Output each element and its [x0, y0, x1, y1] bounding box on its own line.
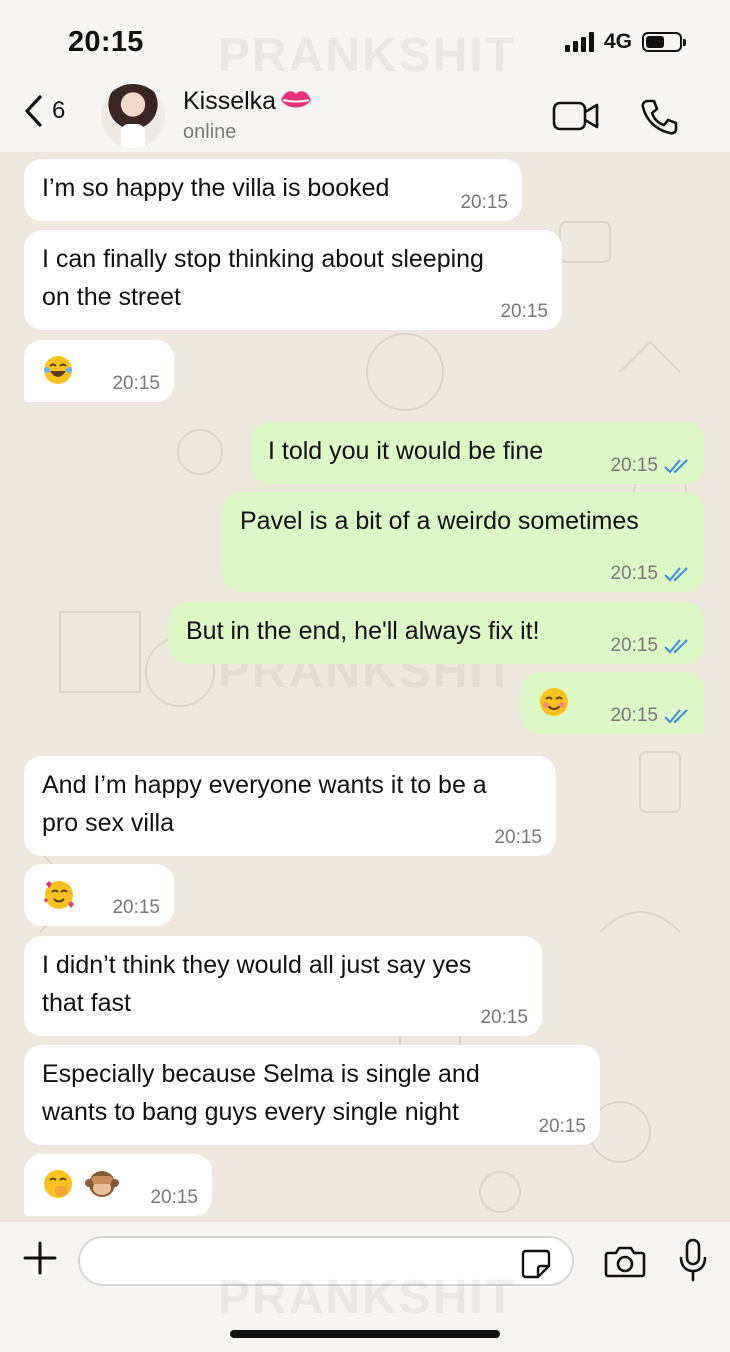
message-time: 20:15	[500, 301, 548, 322]
battery-icon	[642, 32, 686, 52]
chevron-left-icon	[25, 95, 42, 127]
sticker-button[interactable]	[520, 1248, 552, 1285]
contact-name-row[interactable]: Kisselka	[183, 86, 313, 116]
message-meta: 20:15	[610, 706, 690, 726]
hand-over-mouth-emoji	[44, 1170, 72, 1198]
double-check-icon	[664, 459, 688, 474]
message-time: 20:15	[610, 705, 658, 726]
unread-count: 6	[52, 97, 66, 124]
phone-icon	[641, 99, 678, 135]
message-line: pro sex villa	[42, 809, 174, 837]
camera-icon	[604, 1246, 646, 1278]
see-no-evil-monkey-emoji	[84, 1171, 119, 1197]
status-time: 20:15	[68, 26, 144, 58]
message-line: on the street	[42, 283, 181, 311]
smiling-hearts-emoji	[44, 881, 74, 909]
message-text: But in the end, he'll always fix it!	[186, 617, 540, 645]
sticker-icon	[521, 1249, 551, 1279]
home-indicator[interactable]	[230, 1330, 500, 1338]
message-time: 20:15	[538, 1116, 586, 1137]
message-time: 20:15	[610, 563, 658, 584]
message-text: Pavel is a bit of a weirdo sometimes	[240, 507, 639, 535]
contact-status: online	[183, 121, 237, 143]
double-check-icon	[664, 639, 688, 654]
message-incoming[interactable]: Especially because Selma is single and w…	[24, 1045, 600, 1145]
message-incoming[interactable]: 20:15	[24, 864, 174, 926]
message-time: 20:15	[610, 635, 658, 656]
kiss-mark-icon	[281, 91, 312, 108]
double-check-icon	[664, 567, 688, 582]
voice-call-button[interactable]	[640, 98, 678, 141]
message-line: I didn’t think they would all just say y…	[42, 951, 472, 979]
chat-header: 6 Kisselka online	[0, 82, 730, 152]
message-incoming[interactable]: I can finally stop thinking about sleepi…	[24, 230, 562, 330]
plus-icon	[23, 1241, 57, 1275]
status-indicators: 4G	[564, 30, 686, 54]
message-meta: 20:15	[610, 636, 690, 656]
message-time: 20:15	[494, 827, 542, 848]
message-input[interactable]	[78, 1236, 574, 1286]
status-bar: 20:15 PRANKSHIT 4G	[0, 0, 730, 82]
message-time: 20:15	[112, 897, 160, 918]
message-text: I’m so happy the villa is booked	[42, 174, 390, 202]
message-meta: 20:15	[610, 564, 690, 584]
signal-icon	[564, 32, 594, 52]
avatar[interactable]	[101, 84, 165, 148]
message-time: 20:15	[480, 1007, 528, 1028]
back-button[interactable]: 6	[22, 94, 65, 128]
message-outgoing[interactable]: But in the end, he'll always fix it! 20:…	[168, 602, 704, 664]
video-camera-icon	[552, 101, 599, 131]
message-incoming[interactable]: I didn’t think they would all just say y…	[24, 936, 542, 1036]
message-incoming[interactable]: 20:15	[24, 1154, 212, 1216]
camera-button[interactable]	[604, 1244, 646, 1283]
message-time: 20:15	[460, 192, 508, 213]
watermark-top: PRANKSHIT	[218, 29, 517, 82]
microphone-icon	[679, 1238, 707, 1282]
chat-area[interactable]: PRANKSHIT I’m so happy the villa is book…	[0, 152, 730, 1222]
message-line: Especially because Selma is single and	[42, 1060, 480, 1088]
message-time: 20:15	[610, 455, 658, 476]
video-call-button[interactable]	[552, 100, 600, 137]
microphone-button[interactable]	[678, 1238, 708, 1287]
message-line: that fast	[42, 989, 131, 1017]
attach-button[interactable]	[22, 1240, 58, 1281]
message-incoming[interactable]: And I’m happy everyone wants it to be a …	[24, 756, 556, 856]
message-incoming[interactable]: I’m so happy the villa is booked 20:15	[24, 159, 522, 221]
message-meta: 20:15	[610, 456, 690, 476]
message-outgoing[interactable]: I told you it would be fine 20:15	[250, 422, 704, 484]
contact-name: Kisselka	[183, 86, 277, 115]
message-line: And I’m happy everyone wants it to be a	[42, 771, 487, 799]
message-time: 20:15	[150, 1187, 198, 1208]
message-incoming[interactable]: 20:15	[24, 340, 174, 402]
message-time: 20:15	[112, 373, 160, 394]
smiling-blush-emoji	[540, 688, 568, 716]
double-check-icon	[664, 709, 688, 724]
laughing-tears-emoji	[44, 356, 72, 384]
message-text: I told you it would be fine	[268, 437, 544, 465]
message-outgoing[interactable]: Pavel is a bit of a weirdo sometimes 20:…	[222, 492, 704, 592]
message-line: I can finally stop thinking about sleepi…	[42, 245, 484, 273]
message-line: wants to bang guys every single night	[42, 1098, 459, 1126]
message-outgoing[interactable]: 20:15	[520, 672, 704, 734]
network-type: 4G	[603, 30, 632, 53]
